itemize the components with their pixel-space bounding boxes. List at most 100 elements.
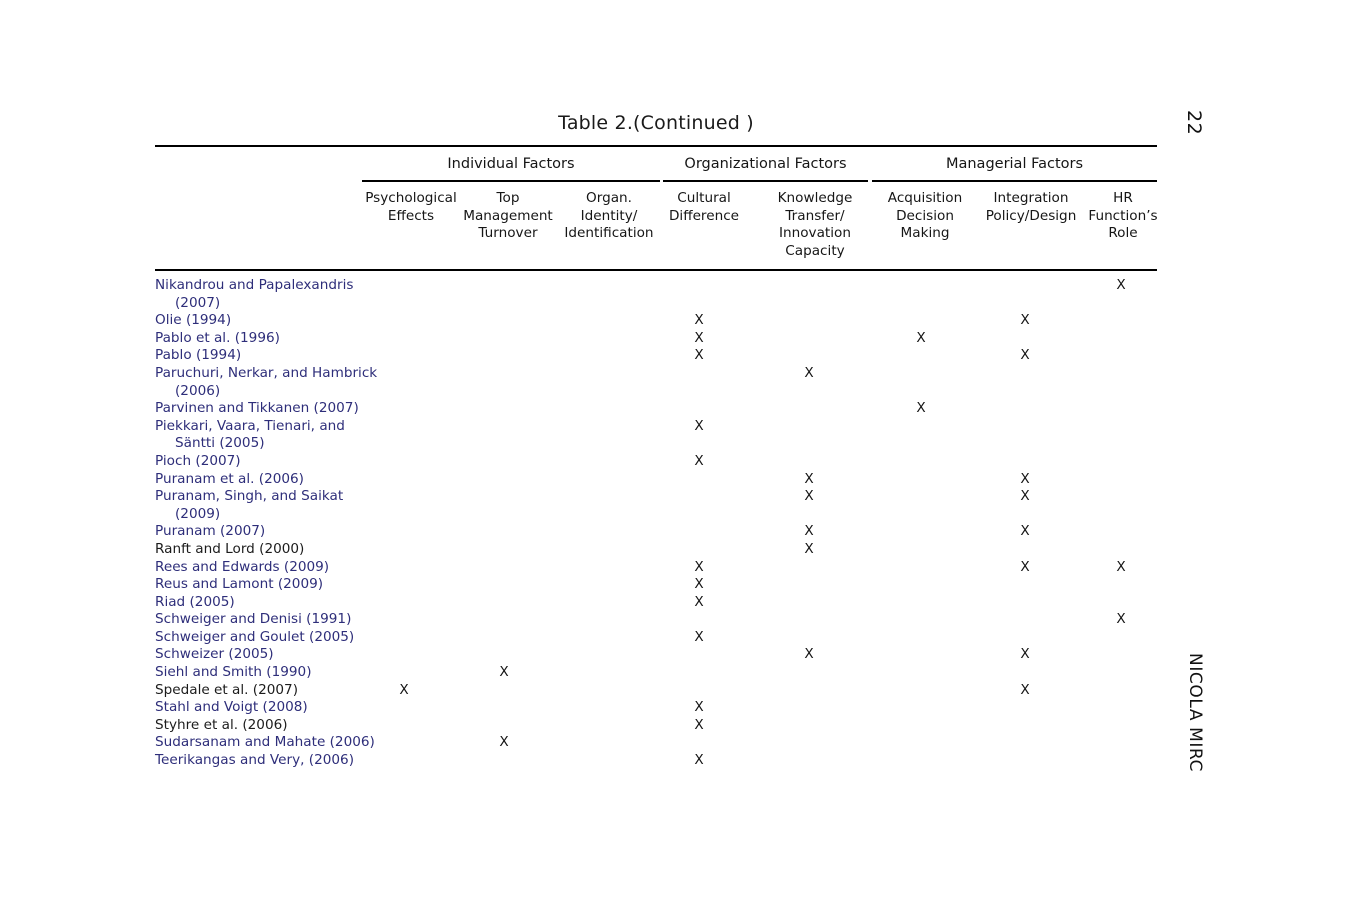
table-row: Olie (1994) X X: [0, 312, 1353, 330]
row-label-reference[interactable]: Rees and Edwards (2009): [155, 559, 455, 577]
table-row: Schweizer (2005) X X: [0, 646, 1353, 664]
table-title: Table 2.(Continued ): [558, 112, 754, 134]
cell-mark-cultural_difference: X: [694, 329, 704, 346]
table-row: Pablo et al. (1996) X X: [0, 330, 1353, 348]
cell-mark-integration_policy_design: X: [1020, 558, 1030, 575]
cell-mark-knowledge_transfer_innovation_capacity: X: [804, 540, 814, 557]
cell-mark-integration_policy_design: X: [1020, 470, 1030, 487]
row-label-reference[interactable]: Schweizer (2005): [155, 646, 455, 664]
table-row: Rees and Edwards (2009) X X X: [0, 559, 1353, 577]
row-label-reference[interactable]: Piekkari, Vaara, Tienari, and Säntti (20…: [155, 418, 475, 453]
table-row: Schweiger and Goulet (2005) X: [0, 629, 1353, 647]
group-rule-organizational-factors: [663, 180, 868, 182]
cell-mark-hr_functions_role: X: [1116, 558, 1126, 575]
row-label-reference[interactable]: Paruchuri, Nerkar, and Hambrick (2006): [155, 365, 475, 400]
column-header-integration-policy-design: Integration Policy/Design: [985, 190, 1077, 224]
table-row: Paruchuri, Nerkar, and Hambrick (2006) X: [0, 365, 1353, 400]
row-label-reference[interactable]: Nikandrou and Papalexandris (2007): [155, 277, 475, 312]
cell-mark-integration_policy_design: X: [1020, 347, 1030, 364]
row-label-reference[interactable]: Schweiger and Denisi (1991): [155, 611, 455, 629]
cell-mark-cultural_difference: X: [694, 417, 704, 434]
row-label-reference[interactable]: Teerikangas and Very, (2006): [155, 752, 455, 770]
cell-mark-top_management_turnover: X: [499, 664, 509, 681]
row-label-reference[interactable]: Siehl and Smith (1990): [155, 664, 455, 682]
cell-mark-integration_policy_design: X: [1020, 312, 1030, 329]
row-label-reference[interactable]: Olie (1994): [155, 312, 455, 330]
column-group-organizational-factors: Organizational Factors: [684, 156, 847, 172]
table-row: Spedale et al. (2007) X X: [0, 682, 1353, 700]
table-top-rule: [155, 145, 1157, 147]
table-row: Stahl and Voigt (2008) X: [0, 699, 1353, 717]
row-label-reference[interactable]: Reus and Lamont (2009): [155, 576, 455, 594]
cell-mark-cultural_difference: X: [694, 576, 704, 593]
column-group-individual-factors: Individual Factors: [447, 156, 575, 172]
cell-mark-cultural_difference: X: [694, 452, 704, 469]
cell-mark-integration_policy_design: X: [1020, 681, 1030, 698]
cell-mark-cultural_difference: X: [694, 628, 704, 645]
table-row: Styhre et al. (2006) X: [0, 717, 1353, 735]
group-rule-individual-factors: [362, 180, 660, 182]
table-row: Parvinen and Tikkanen (2007) X: [0, 400, 1353, 418]
row-label-reference[interactable]: Stahl and Voigt (2008): [155, 699, 455, 717]
row-label-reference[interactable]: Puranam et al. (2006): [155, 471, 455, 489]
table-row: Riad (2005) X: [0, 594, 1353, 612]
table-row: Nikandrou and Papalexandris (2007) X: [0, 277, 1353, 312]
table-row: Sudarsanam and Mahate (2006) X: [0, 734, 1353, 752]
table-row: Schweiger and Denisi (1991) X: [0, 611, 1353, 629]
group-rule-managerial-factors: [872, 180, 1157, 182]
cell-mark-psychological_effects: X: [399, 681, 409, 698]
table-row: Pablo (1994) X X: [0, 347, 1353, 365]
column-header-acquisition-decision-making: Acquisition Decision Making: [887, 190, 963, 241]
document-page: Table 2.(Continued ) Individual Factors …: [0, 0, 1353, 898]
table-body: Nikandrou and Papalexandris (2007) X Olie …: [0, 277, 1353, 770]
table-row: Piekkari, Vaara, Tienari, and Säntti (20…: [0, 418, 1353, 453]
column-header-organ-identity-identification: Organ. Identity/ Identification: [564, 190, 654, 241]
cell-mark-knowledge_transfer_innovation_capacity: X: [804, 488, 814, 505]
column-group-managerial-factors: Managerial Factors: [945, 156, 1084, 172]
row-label-reference[interactable]: Puranam (2007): [155, 523, 455, 541]
cell-mark-knowledge_transfer_innovation_capacity: X: [804, 470, 814, 487]
cell-mark-acquisition_decision_making: X: [916, 329, 926, 346]
row-label-reference[interactable]: Pioch (2007): [155, 453, 455, 471]
table-row: Puranam et al. (2006) X X: [0, 471, 1353, 489]
cell-mark-cultural_difference: X: [694, 312, 704, 329]
table-row: Reus and Lamont (2009) X: [0, 576, 1353, 594]
row-label-reference[interactable]: Parvinen and Tikkanen (2007): [155, 400, 455, 418]
row-label-reference[interactable]: Pablo (1994): [155, 347, 455, 365]
cell-mark-knowledge_transfer_innovation_capacity: X: [804, 646, 814, 663]
cell-mark-knowledge_transfer_innovation_capacity: X: [804, 364, 814, 381]
row-label-reference[interactable]: Sudarsanam and Mahate (2006): [155, 734, 455, 752]
column-header-top-management-turnover: Top Management Turnover: [463, 190, 553, 241]
cell-mark-cultural_difference: X: [694, 716, 704, 733]
cell-mark-cultural_difference: X: [694, 558, 704, 575]
header-bottom-rule: [155, 269, 1157, 271]
table-row: Ranft and Lord (2000) X: [0, 541, 1353, 559]
table-row: Pioch (2007) X: [0, 453, 1353, 471]
cell-mark-knowledge_transfer_innovation_capacity: X: [804, 523, 814, 540]
cell-mark-hr_functions_role: X: [1116, 611, 1126, 628]
column-header-hr-functions-role: HR Function’s Role: [1088, 190, 1158, 241]
row-label-reference[interactable]: Puranam, Singh, and Saikat (2009): [155, 488, 475, 523]
row-label-reference[interactable]: Schweiger and Goulet (2005): [155, 629, 455, 647]
cell-mark-top_management_turnover: X: [499, 734, 509, 751]
page-number: 22: [1183, 110, 1205, 136]
column-header-cultural-difference: Cultural Difference: [668, 190, 740, 224]
row-label-reference: Styhre et al. (2006): [155, 716, 288, 733]
running-head: NICOLA MIRC: [1185, 653, 1205, 772]
cell-mark-acquisition_decision_making: X: [916, 400, 926, 417]
row-label-reference[interactable]: Riad (2005): [155, 594, 455, 612]
table-row: Teerikangas and Very, (2006) X: [0, 752, 1353, 770]
column-header-psychological-effects: Psychological Effects: [365, 190, 457, 224]
row-label-reference: Ranft and Lord (2000): [155, 540, 305, 557]
table-row: Siehl and Smith (1990) X: [0, 664, 1353, 682]
table-row: Puranam, Singh, and Saikat (2009) X X: [0, 488, 1353, 523]
row-label-reference[interactable]: Pablo et al. (1996): [155, 330, 455, 348]
table-row: Puranam (2007) X X: [0, 523, 1353, 541]
cell-mark-integration_policy_design: X: [1020, 523, 1030, 540]
cell-mark-cultural_difference: X: [694, 699, 704, 716]
cell-mark-integration_policy_design: X: [1020, 488, 1030, 505]
column-header-knowledge-transfer-innovation-capacity: Knowledge Transfer/ Innovation Capacity: [777, 190, 853, 259]
cell-mark-hr_functions_role: X: [1116, 277, 1126, 293]
cell-mark-cultural_difference: X: [694, 347, 704, 364]
cell-mark-cultural_difference: X: [694, 593, 704, 610]
